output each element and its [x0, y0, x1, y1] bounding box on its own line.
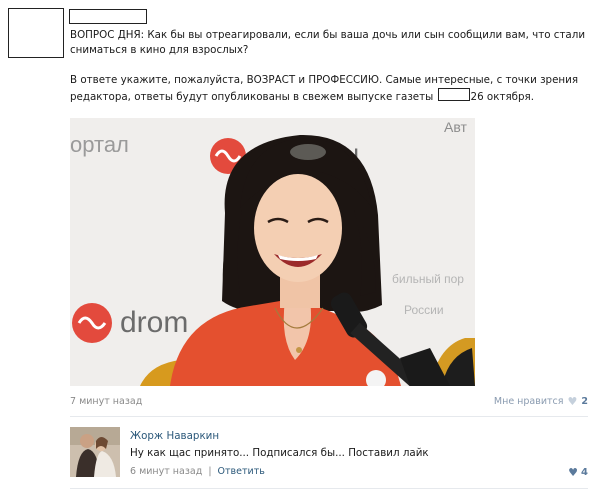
divider: [70, 416, 588, 417]
post-instruction-part2: 26 октября.: [470, 91, 534, 103]
post-author-name-redacted[interactable]: [69, 9, 147, 24]
comment-timestamp[interactable]: 6 минут назад: [130, 466, 202, 477]
heart-icon: ♥: [567, 395, 578, 408]
like-label: Мне нравится: [493, 396, 564, 407]
comment-meta: 6 минут назад | Ответить: [130, 466, 265, 477]
comment-author-avatar[interactable]: [70, 427, 120, 477]
newspaper-name-redacted: [437, 88, 470, 101]
post-timestamp[interactable]: 7 минут назад: [70, 396, 142, 407]
comment-like-button[interactable]: ♥ 4: [568, 466, 588, 479]
banner-text-corner: Авт: [444, 119, 467, 135]
comment-author-name[interactable]: Жорж Наваркин: [130, 430, 219, 442]
post-like-button[interactable]: Мне нравится ♥ 2: [494, 395, 588, 408]
banner-text-mobile: бильный пор: [392, 272, 464, 286]
avatar-photo: [70, 427, 120, 477]
heart-icon: ♥: [568, 466, 579, 479]
post-author-avatar[interactable]: [8, 8, 64, 58]
reply-button[interactable]: Ответить: [218, 466, 265, 477]
divider-bottom: [70, 488, 588, 489]
banner-text-left: ортал: [70, 132, 129, 157]
photo-illustration: ортал d ru Авт drom бильный пор России: [70, 118, 475, 386]
post-question: ВОПРОС ДНЯ: Как бы вы отреагировали, есл…: [70, 29, 586, 56]
post-text: ВОПРОС ДНЯ: Как бы вы отреагировали, есл…: [70, 28, 590, 105]
post-instruction: В ответе укажите, пожалуйста, ВОЗРАСТ и …: [70, 73, 590, 105]
comment-separator: |: [208, 466, 212, 477]
banner-text-dromo: drom: [120, 306, 188, 339]
comment-like-count: 4: [581, 467, 588, 478]
banner-text-russia: России: [404, 303, 444, 317]
post-photo[interactable]: ортал d ru Авт drom бильный пор России: [70, 118, 475, 386]
comment-text: Ну как щас принято... Подписался бы... П…: [130, 447, 429, 459]
like-count: 2: [581, 396, 588, 407]
